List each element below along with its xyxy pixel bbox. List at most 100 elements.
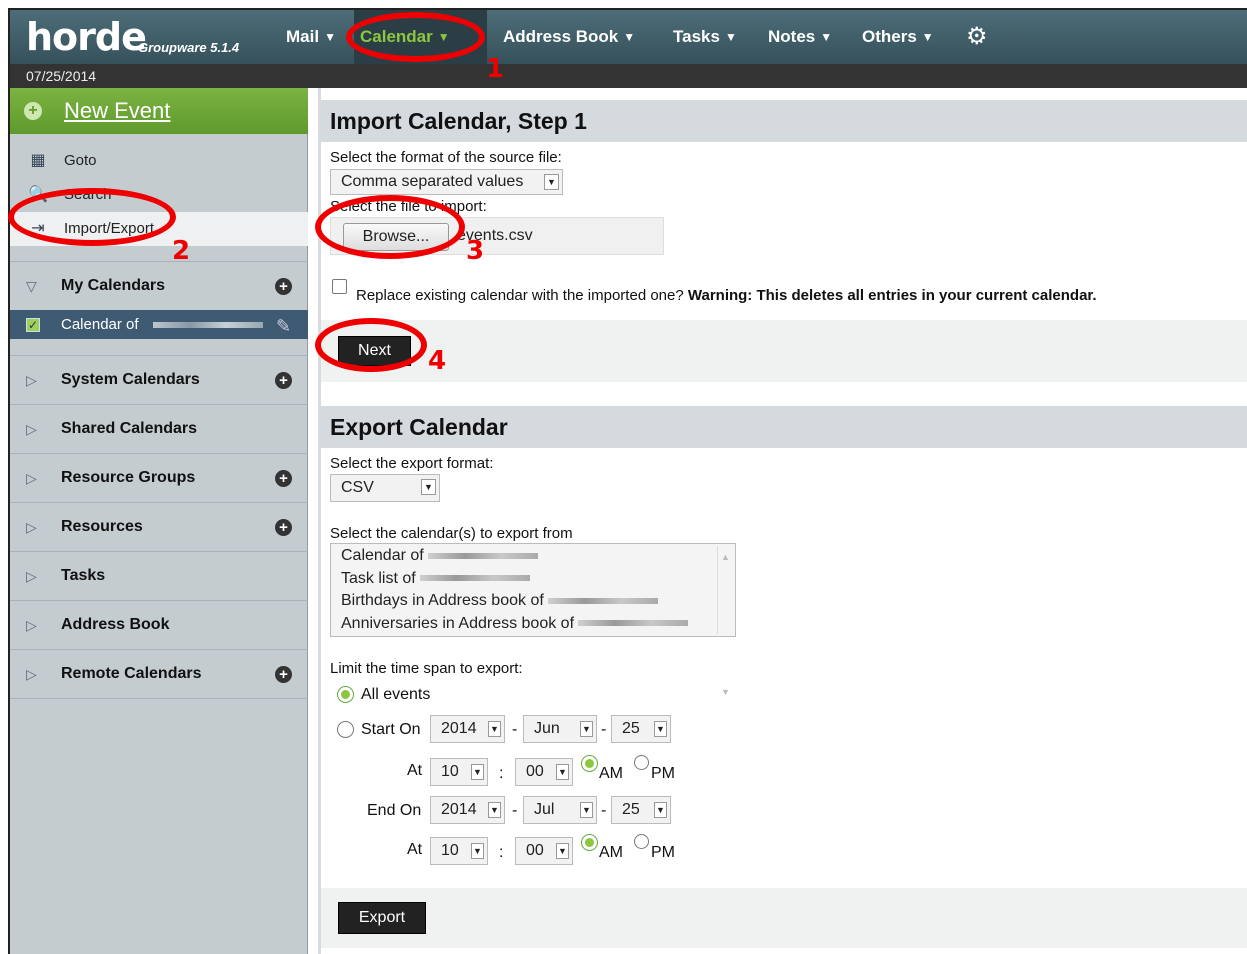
replace-label: Replace existing calendar with the impor… (356, 287, 1097, 304)
list-item[interactable]: Task list of (341, 568, 735, 591)
annotation-number-2: 2 (172, 236, 191, 266)
end-year-select[interactable]: 2014 ▼ (430, 796, 505, 824)
section-resources[interactable]: ▷ Resources + (10, 502, 308, 551)
annotation-ring-1 (346, 12, 485, 62)
start-year-select[interactable]: 2014 ▼ (430, 715, 505, 743)
all-events-radio[interactable] (337, 686, 354, 703)
end-minute-select[interactable]: 00 ▼ (515, 837, 573, 865)
menu-address-book[interactable]: Address Book ▼ (497, 10, 641, 64)
calendar-goto-icon: ▦ (30, 152, 46, 169)
start-month-select[interactable]: Jun ▼ (523, 715, 597, 743)
list-item[interactable]: Anniversaries in Address book of (341, 613, 735, 636)
replace-checkbox[interactable] (332, 279, 347, 294)
section-system-calendars[interactable]: ▷ System Calendars + (10, 355, 308, 404)
chevron-right-icon: ▷ (26, 568, 37, 584)
end-am-radio[interactable] (581, 834, 598, 851)
start-on-radio[interactable] (337, 721, 354, 738)
import-format-select[interactable]: Comma separated values ▼ (330, 169, 563, 195)
end-hour-select[interactable]: 10 ▼ (430, 837, 488, 865)
annotation-ring-4 (315, 318, 427, 372)
start-pm-radio[interactable] (634, 755, 649, 770)
section-my-calendars[interactable]: ▽ My Calendars + (10, 261, 308, 310)
new-event-button[interactable]: + New Event (10, 88, 308, 134)
timespan-label: Limit the time span to export: (330, 660, 523, 677)
redacted-name (420, 575, 531, 582)
export-format-select[interactable]: CSV ▼ (330, 474, 440, 502)
add-icon[interactable]: + (275, 666, 292, 683)
current-date: 07/25/2014 (10, 64, 1247, 88)
end-on-label: End On (367, 802, 422, 819)
gear-icon[interactable]: ⚙ (960, 10, 994, 64)
annotation-number-4: 4 (428, 346, 447, 376)
end-pm-radio[interactable] (634, 834, 649, 849)
time-separator: : (499, 844, 504, 861)
end-month-select[interactable]: Jul ▼ (523, 796, 597, 824)
pm-label: PM (651, 765, 675, 782)
menu-others[interactable]: Others ▼ (856, 10, 940, 64)
add-icon[interactable]: + (275, 372, 292, 389)
menu-mail[interactable]: Mail ▼ (280, 10, 342, 64)
chevron-right-icon: ▷ (26, 617, 37, 633)
dropdown-arrow-icon: ▼ (556, 843, 569, 859)
dropdown-arrow-icon: ▼ (421, 479, 436, 495)
chevron-down-icon: ▼ (623, 30, 636, 44)
menu-tasks[interactable]: Tasks ▼ (667, 10, 743, 64)
export-button-bar (321, 888, 1247, 948)
dropdown-arrow-icon: ▼ (471, 764, 484, 780)
calendar-item[interactable]: ✓ Calendar of ✎ (10, 310, 308, 339)
start-at-label: At (407, 762, 423, 779)
section-address-book[interactable]: ▷ Address Book (10, 600, 308, 649)
dropdown-arrow-icon: ▼ (654, 721, 667, 737)
chevron-down-icon: ▼ (921, 30, 934, 44)
start-minute-select[interactable]: 00 ▼ (515, 758, 573, 786)
time-separator: : (499, 765, 504, 782)
export-calendar-list[interactable]: Calendar of Task list of Birthdays in Ad… (330, 543, 736, 697)
start-hour-select[interactable]: 10 ▼ (430, 758, 488, 786)
chevron-right-icon: ▷ (26, 666, 37, 682)
chevron-down-icon: ▼ (324, 30, 336, 44)
add-icon[interactable]: + (275, 519, 292, 536)
list-item[interactable]: Calendar of (341, 545, 735, 568)
section-tasks[interactable]: ▷ Tasks (10, 551, 308, 600)
section-remote-calendars[interactable]: ▷ Remote Calendars + (10, 649, 308, 698)
end-at-label: At (407, 841, 423, 858)
chevron-right-icon: ▷ (26, 519, 37, 535)
version-label: Groupware 5.1.4 (138, 40, 240, 55)
section-resource-groups[interactable]: ▷ Resource Groups + (10, 453, 308, 502)
dropdown-arrow-icon: ▼ (580, 802, 593, 818)
export-title: Export Calendar (321, 406, 1247, 448)
redacted-name (428, 552, 539, 559)
chevron-down-icon: ▼ (820, 30, 833, 44)
annotation-ring-3 (315, 195, 465, 259)
start-day-select[interactable]: 25 ▼ (611, 715, 671, 743)
sidebar-link-goto[interactable]: ▦ Goto (10, 144, 308, 178)
date-separator: - (601, 802, 607, 819)
end-day-select[interactable]: 25 ▼ (611, 796, 671, 824)
dropdown-arrow-icon: ▼ (488, 802, 501, 818)
add-icon[interactable]: + (275, 470, 292, 487)
am-label: AM (599, 844, 623, 861)
top-navigation-bar: horde Groupware 5.1.4 Mail ▼ Calendar ▼ Ad… (10, 10, 1247, 64)
list-scrollbar[interactable]: ▲ ▼ (717, 546, 733, 697)
chevron-down-icon: ▼ (724, 30, 737, 44)
dropdown-arrow-icon: ▼ (556, 764, 569, 780)
export-button[interactable]: Export (338, 902, 426, 934)
horde-logo[interactable]: horde (26, 18, 147, 56)
date-separator: - (601, 721, 607, 738)
pencil-icon[interactable]: ✎ (276, 312, 291, 341)
menu-notes[interactable]: Notes ▼ (762, 10, 838, 64)
section-shared-calendars[interactable]: ▷ Shared Calendars (10, 404, 308, 453)
divider (10, 698, 308, 699)
annotation-number-3: 3 (466, 236, 485, 266)
browser-frame: horde Groupware 5.1.4 Mail ▼ Calendar ▼ Ad… (8, 8, 1247, 954)
plus-icon: + (24, 102, 42, 120)
export-calendars-label: Select the calendar(s) to export from (330, 525, 573, 542)
start-am-radio[interactable] (581, 755, 598, 772)
chevron-right-icon: ▷ (26, 421, 37, 437)
dropdown-arrow-icon: ▼ (471, 843, 484, 859)
add-icon[interactable]: + (275, 278, 292, 295)
checkbox-checked-icon[interactable]: ✓ (26, 318, 40, 332)
dropdown-arrow-icon: ▼ (580, 721, 593, 737)
redacted-name (578, 620, 689, 627)
list-item[interactable]: Birthdays in Address book of (341, 590, 735, 613)
